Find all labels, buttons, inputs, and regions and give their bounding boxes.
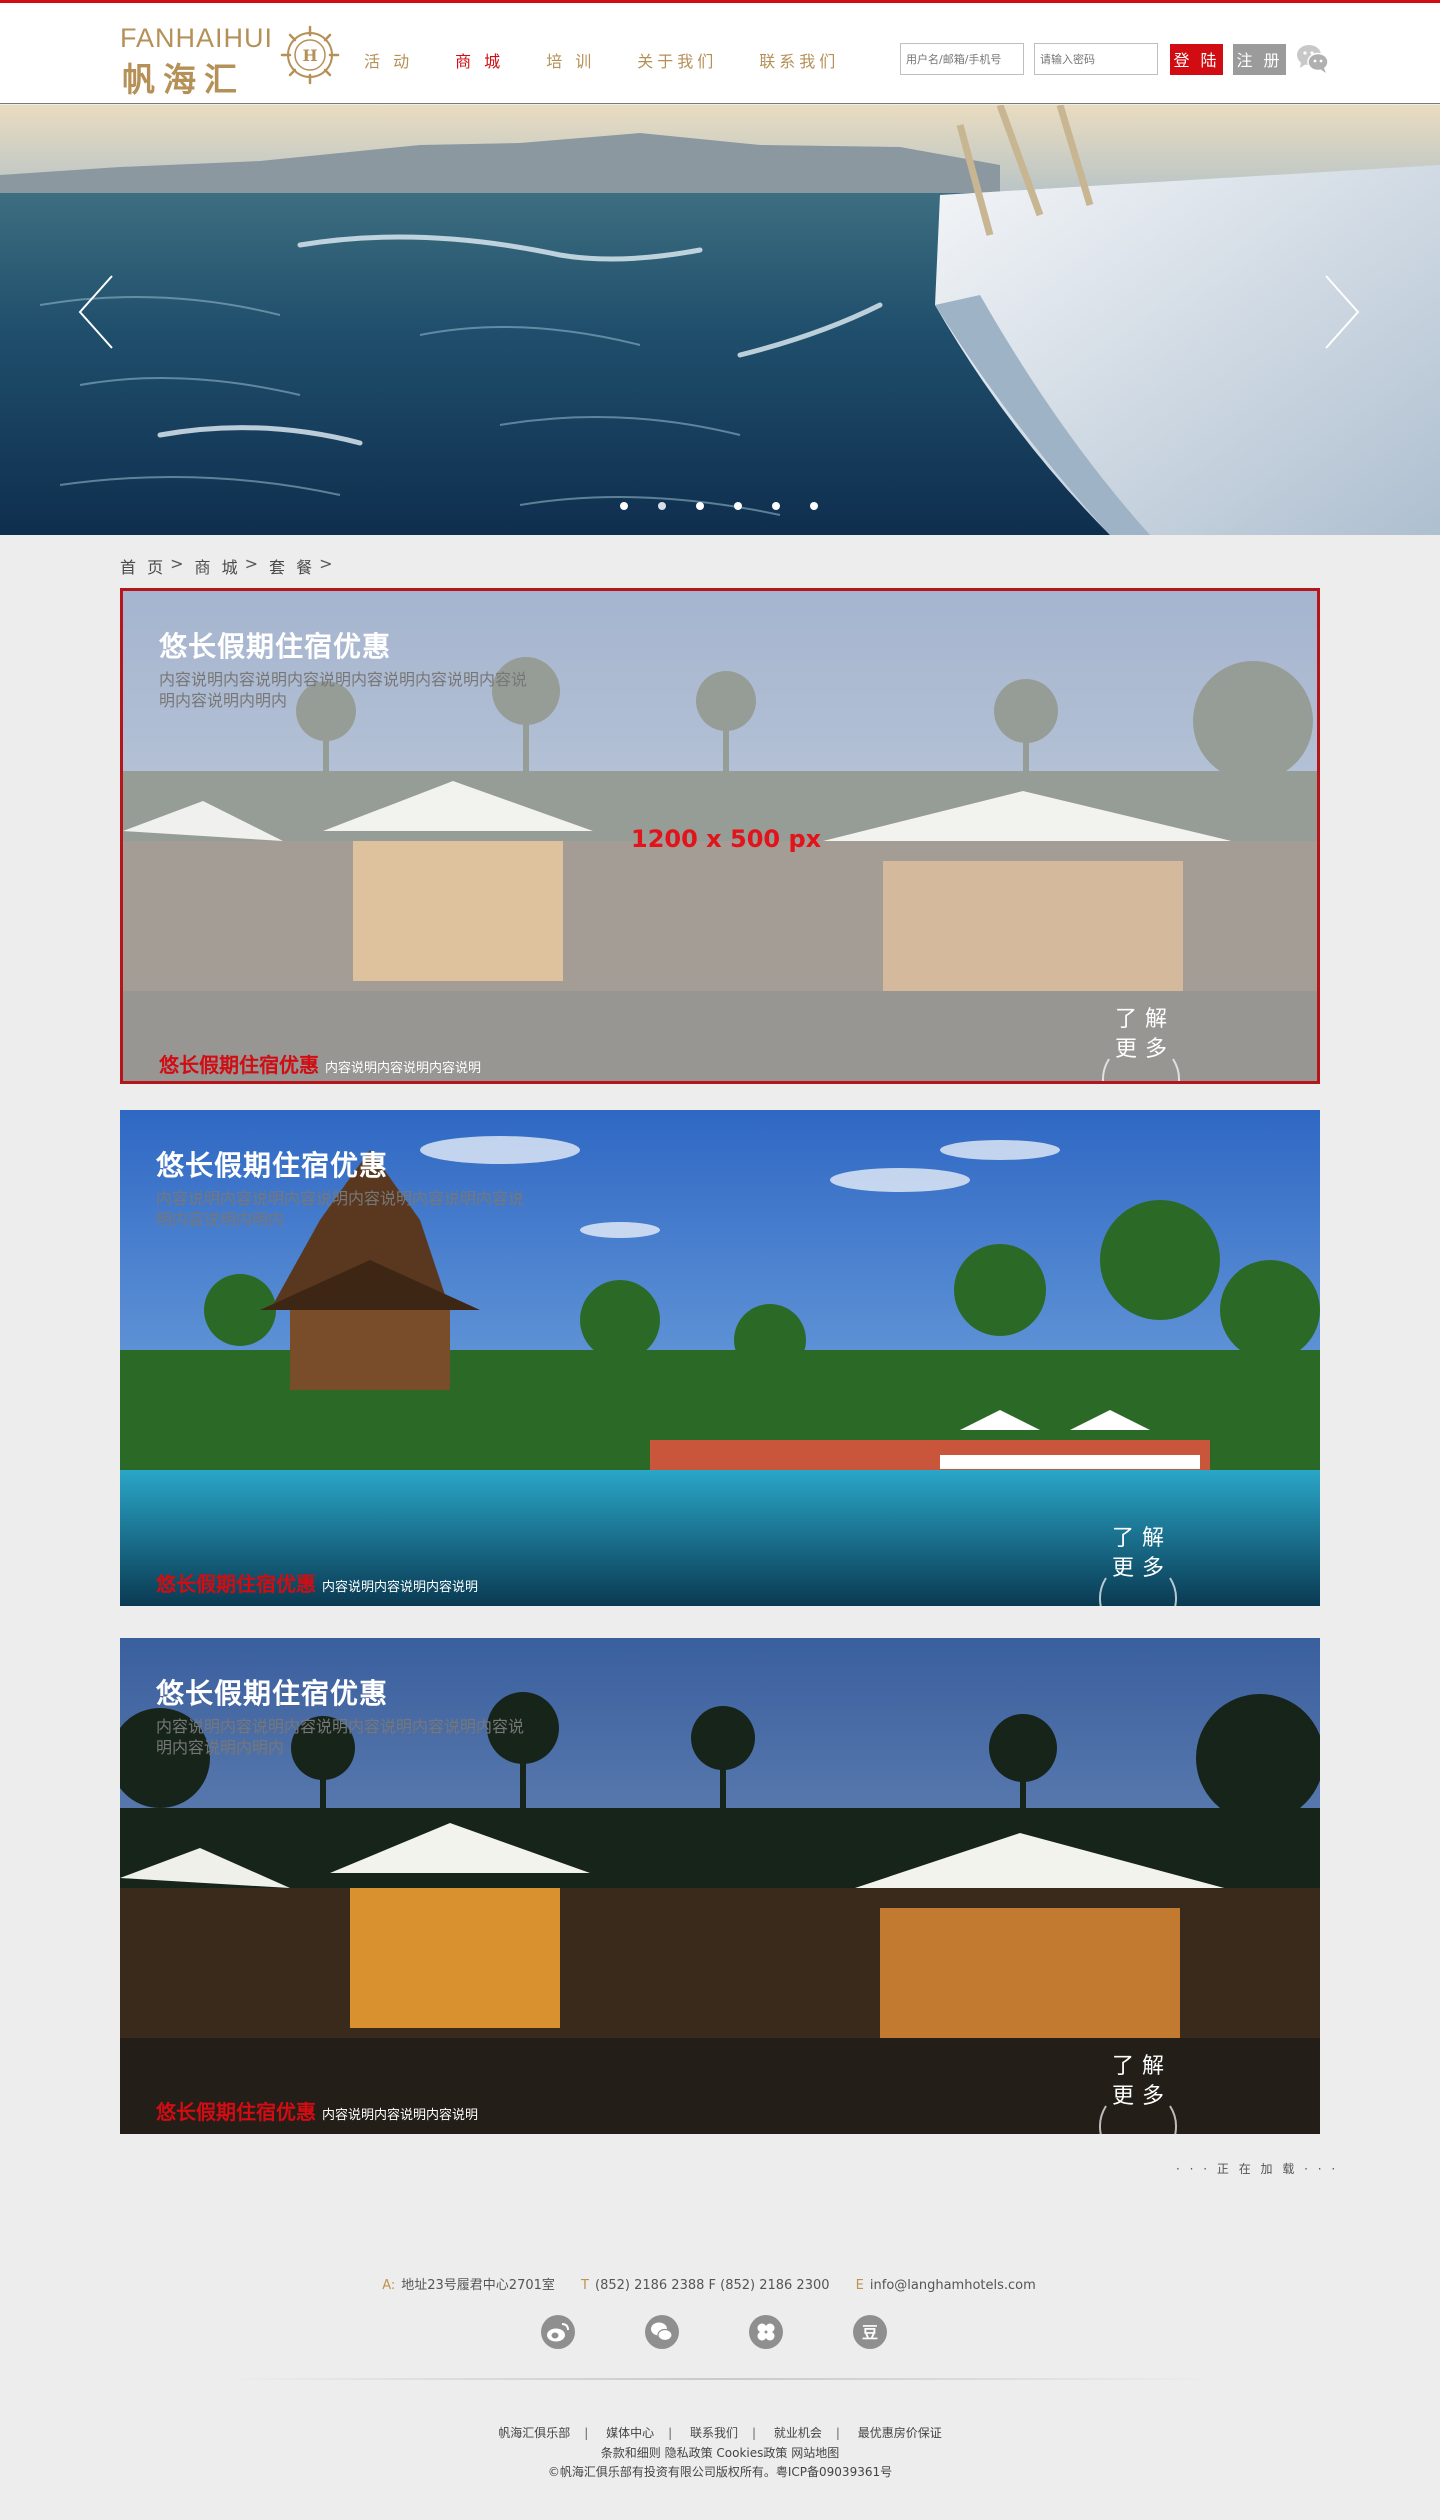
clover-icon[interactable] — [748, 2314, 784, 2350]
card-footer: 悠长假期住宿优惠 内容说明内容说明内容说明 — [159, 1049, 481, 1078]
hero-carousel — [0, 105, 1440, 535]
package-card[interactable]: 悠长假期住宿优惠 内容说明内容说明内容说明内容说明内容说明内容说明内容说明内明内… — [120, 588, 1320, 1084]
breadcrumb-home[interactable]: 首 页 — [120, 554, 166, 578]
nav-item-activities[interactable]: 活 动 — [364, 48, 413, 72]
learn-more-line1: 了解 — [1115, 1007, 1176, 1032]
learn-more-line1: 了解 — [1112, 1526, 1173, 1551]
card-description: 内容说明内容说明内容说明内容说明内容说明内容说明内容说明内明内 — [156, 1717, 525, 1757]
learn-more-button[interactable]: 了解 更多 — [1086, 2036, 1190, 2134]
carousel-dot[interactable] — [810, 502, 818, 510]
nav-item-about[interactable]: 关于我们 — [637, 48, 717, 72]
douban-icon[interactable]: 豆 — [852, 2314, 888, 2350]
carousel-dots — [620, 502, 848, 510]
helm-emblem-icon: H — [280, 25, 340, 85]
footer-link-club[interactable]: 帆海汇俱乐部 — [498, 2426, 570, 2440]
card-footer-title: 悠长假期住宿优惠 — [156, 2100, 316, 2124]
username-input[interactable] — [900, 43, 1024, 75]
learn-more-line2: 更多 — [1112, 1556, 1173, 1581]
footer-policy-links[interactable]: 条款和细则 隐私政策 Cookies政策 网站地图 — [0, 2444, 1440, 2461]
carousel-prev-arrow-icon[interactable] — [76, 272, 116, 352]
footer-links: 帆海汇俱乐部 | 媒体中心 | 联系我们 | 就业机会 | 最优惠房价保证 — [0, 2424, 1440, 2441]
email-label: E — [855, 2278, 864, 2293]
carousel-dot[interactable] — [620, 502, 628, 510]
card-footer: 悠长假期住宿优惠 内容说明内容说明内容说明 — [156, 2096, 478, 2125]
card-description: 内容说明内容说明内容说明内容说明内容说明内容说明内容说明内明内 — [156, 1189, 525, 1229]
tel-label: T — [581, 2278, 589, 2293]
password-input[interactable] — [1034, 43, 1158, 75]
address-label: A: — [382, 2278, 396, 2293]
breadcrumb-mall[interactable]: 商 城 — [195, 554, 241, 578]
card-description: 内容说明内容说明内容说明内容说明内容说明内容说明内容说明内明内 — [159, 670, 528, 710]
tel-text: (852) 2186 2388 F (852) 2186 2300 — [595, 2278, 830, 2293]
footer-pipe: | — [668, 2426, 673, 2440]
card-footer: 悠长假期住宿优惠 内容说明内容说明内容说明 — [156, 1568, 478, 1597]
nav-item-training[interactable]: 培 训 — [546, 48, 595, 72]
logo-text-cn: 帆海汇 — [122, 60, 245, 99]
learn-more-line2: 更多 — [1112, 2084, 1173, 2109]
package-card[interactable]: 悠长假期住宿优惠 内容说明内容说明内容说明内容说明内容说明内容说明内容说明内明内… — [120, 1638, 1320, 2134]
image-size-label: 1200 x 500 px — [631, 825, 822, 853]
card-title: 悠长假期住宿优惠 — [159, 630, 392, 663]
card-title: 悠长假期住宿优惠 — [156, 1677, 389, 1710]
card-footer-title: 悠长假期住宿优惠 — [156, 1572, 316, 1596]
nav-item-mall[interactable]: 商 城 — [455, 48, 504, 72]
card-footer-desc: 内容说明内容说明内容说明 — [322, 2108, 479, 2123]
carousel-dot[interactable] — [734, 502, 742, 510]
footer-link-best-rate[interactable]: 最优惠房价保证 — [858, 2426, 942, 2440]
contact-info: A: 地址23号履君中心2701室 T (852) 2186 2388 F (852… — [0, 2274, 1440, 2293]
footer-copyright: ©帆海汇俱乐部有投资有限公司版权所有。粤ICP备09039361号 — [547, 2465, 893, 2479]
breadcrumb-separator: > — [319, 554, 336, 573]
footer-pipe: | — [584, 2426, 589, 2440]
card-footer-desc: 内容说明内容说明内容说明 — [325, 1061, 482, 1076]
svg-text:豆: 豆 — [862, 2323, 878, 2342]
carousel-dot[interactable] — [696, 502, 704, 510]
carousel-dot[interactable] — [658, 502, 666, 510]
learn-more-line1: 了解 — [1112, 2054, 1173, 2079]
address-text: 地址23号履君中心2701室 — [401, 2278, 555, 2293]
wechat-icon[interactable] — [644, 2314, 680, 2350]
hero-ocean-yacht-image — [0, 105, 1440, 535]
weibo-icon[interactable] — [540, 2314, 576, 2350]
register-button[interactable]: 注 册 — [1233, 43, 1286, 75]
footer-divider — [220, 2378, 1220, 2380]
logo-text-en: FANHAIHUI — [120, 23, 274, 53]
svg-text:H: H — [302, 46, 317, 65]
footer-link-careers[interactable]: 就业机会 — [774, 2426, 822, 2440]
breadcrumb: 首 页 > 商 城 > 套 餐 > — [120, 554, 344, 578]
breadcrumb-separator: > — [170, 554, 187, 573]
login-button[interactable]: 登 陆 — [1170, 43, 1223, 75]
carousel-next-arrow-icon[interactable] — [1322, 272, 1362, 352]
card-footer-title: 悠长假期住宿优惠 — [159, 1053, 319, 1077]
login-bar: 登 陆 注 册 — [900, 43, 1330, 75]
carousel-dot[interactable] — [772, 502, 780, 510]
learn-more-line2: 更多 — [1115, 1037, 1176, 1062]
loading-indicator: · · · 正 在 加 载 · · · — [1176, 2162, 1339, 2176]
footer-link-media[interactable]: 媒体中心 — [606, 2426, 654, 2440]
footer-link-contact[interactable]: 联系我们 — [690, 2426, 738, 2440]
nav-item-contact[interactable]: 联系我们 — [759, 48, 839, 72]
breadcrumb-separator: > — [244, 554, 261, 573]
card-title: 悠长假期住宿优惠 — [156, 1149, 389, 1182]
learn-more-button[interactable]: 了解 更多 — [1086, 1508, 1190, 1606]
site-logo[interactable]: FANHAIHUI 帆海汇 H — [120, 23, 340, 99]
site-header: FANHAIHUI 帆海汇 H 活 动 商 城 培 训 关于我们 联系我们 登 … — [0, 0, 1440, 104]
social-icons: 豆 — [540, 2314, 956, 2350]
email-text[interactable]: info@langhamhotels.com — [870, 2278, 1036, 2293]
footer-pipe: | — [835, 2426, 840, 2440]
package-card[interactable]: 悠长假期住宿优惠 内容说明内容说明内容说明内容说明内容说明内容说明内容说明内明内… — [120, 1110, 1320, 1606]
card-footer-desc: 内容说明内容说明内容说明 — [322, 1580, 479, 1595]
wechat-icon[interactable] — [1296, 43, 1330, 75]
learn-more-button[interactable]: 了解 更多 — [1089, 989, 1193, 1081]
main-nav: 活 动 商 城 培 训 关于我们 联系我们 — [364, 48, 881, 72]
breadcrumb-package[interactable]: 套 餐 — [269, 554, 315, 578]
footer-pipe: | — [752, 2426, 757, 2440]
